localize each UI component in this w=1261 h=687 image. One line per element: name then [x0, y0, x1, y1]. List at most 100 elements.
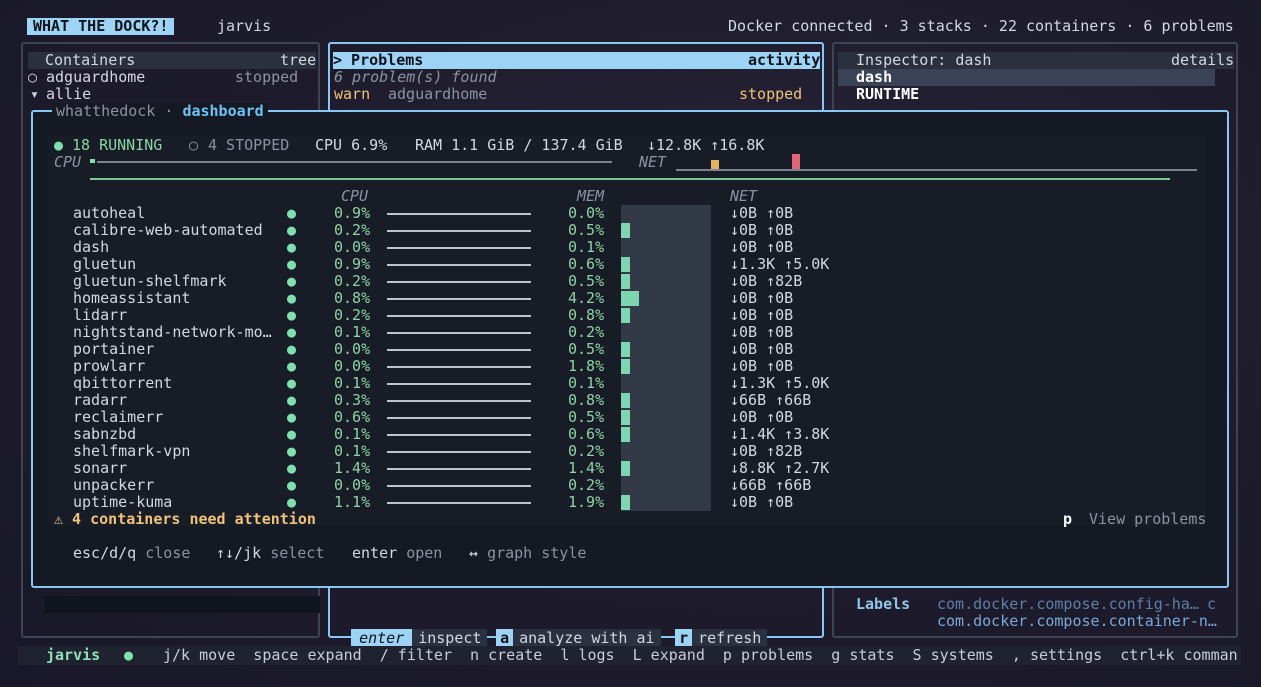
label-value[interactable]: com.docker.compose.container-n…: [937, 613, 1217, 630]
mem-percent: 0.8%: [568, 306, 605, 324]
footer-host: jarvis: [46, 646, 101, 664]
container-name: gluetun: [73, 255, 137, 273]
cpu-history-line: [387, 264, 531, 266]
analyze-action[interactable]: analyze with ai: [513, 629, 661, 647]
container-name: dash: [73, 238, 110, 256]
help-label: open: [406, 544, 443, 562]
cpu-total: CPU 6.9%: [315, 136, 388, 154]
mem-bar: [621, 257, 630, 272]
container-status: stopped: [235, 68, 299, 86]
cpu-percent: 0.0%: [334, 357, 371, 375]
problems-header[interactable]: > Problems activity: [333, 52, 820, 69]
cpu-history-line: [387, 417, 531, 419]
net-io: ↓0B ↑0B: [730, 204, 794, 222]
help-select[interactable]: ↑↓/jk select: [216, 545, 324, 562]
footer-keyhints: j/k move space expand / filter n create …: [163, 646, 1238, 664]
containers-scroll-area: [45, 596, 320, 613]
problems-mode[interactable]: activity: [748, 52, 820, 69]
inspector-selected-row[interactable]: dash: [838, 69, 1215, 86]
help-open[interactable]: enter open: [352, 545, 442, 562]
container-name: prowlarr: [73, 357, 146, 375]
running-dot-icon: ●: [287, 221, 297, 239]
mem-percent: 0.6%: [568, 255, 605, 273]
cpu-history-line: [387, 468, 531, 470]
cpu-percent: 0.1%: [334, 323, 371, 341]
cpu-percent: 0.6%: [334, 408, 371, 426]
running-dot-icon: ●: [287, 255, 297, 273]
dashboard-title-prefix: whatthedock ·: [56, 102, 174, 120]
view-problems-key[interactable]: p: [1063, 511, 1072, 528]
mem-percent: 0.2%: [568, 442, 605, 460]
r-key[interactable]: r: [675, 629, 693, 647]
container-name: unpackerr: [73, 476, 155, 494]
net-spike-in: [711, 160, 719, 169]
mem-bar: [621, 291, 639, 306]
label-overflow: c: [1207, 595, 1217, 613]
net-spark-label: NET: [639, 153, 667, 171]
cpu-percent: 0.2%: [334, 272, 371, 290]
container-name: radarr: [73, 391, 128, 409]
container-name: homeassistant: [73, 289, 191, 307]
help-close[interactable]: esc/d/q close: [73, 545, 190, 562]
problems-summary: 6 problem(s) found: [334, 68, 497, 86]
cpu-spark-label: CPU: [54, 153, 82, 171]
cpu-percent: 0.8%: [334, 289, 371, 307]
container-name: sonarr: [73, 459, 128, 477]
help-label: select: [270, 544, 325, 562]
net-io: ↓0B ↑0B: [730, 221, 794, 239]
refresh-action[interactable]: refresh: [692, 629, 768, 647]
help-key: esc/d/q: [73, 544, 137, 562]
mem-percent: 0.5%: [568, 408, 605, 426]
help-key: ↑↓/jk: [216, 544, 262, 562]
action-bar: enter inspect: [333, 613, 488, 647]
cpu-history-line: [387, 400, 531, 402]
cpu-history-line: [387, 281, 531, 283]
mem-percent: 0.5%: [568, 340, 605, 358]
container-name: shelfmark-vpn: [73, 442, 191, 460]
help-key: enter: [352, 544, 398, 562]
problems-title: > Problems: [333, 51, 424, 69]
cpu-history-line: [387, 247, 531, 249]
cpu-percent: 1.4%: [334, 459, 371, 477]
cpu-percent: 0.9%: [334, 204, 371, 222]
cpu-percent: 0.9%: [334, 255, 371, 273]
net-sparkline: [676, 169, 1197, 171]
running-dot-icon: ●: [287, 425, 297, 443]
mem-bar: [621, 223, 630, 238]
inspect-action[interactable]: inspect: [412, 629, 488, 647]
cpu-history-line: [387, 451, 531, 453]
enter-key[interactable]: enter: [351, 629, 413, 647]
chevron-down-icon: ▾: [30, 85, 40, 103]
help-label: close: [145, 544, 191, 562]
cpu-history-line: [387, 349, 531, 351]
connection-status: Docker connected · 3 stacks · 22 contain…: [728, 17, 1234, 35]
container-name: uptime-kuma: [73, 493, 173, 511]
running-count: 18 RUNNING: [72, 136, 163, 154]
cpu-history-line: [387, 434, 531, 436]
dashboard-title: whatthedock · dashboard: [52, 103, 268, 120]
label-value[interactable]: com.docker.compose.config-ha…: [937, 596, 1199, 613]
view-problems-link[interactable]: View problems: [1089, 511, 1206, 528]
labels-key: Labels: [856, 595, 911, 613]
running-dot-icon: ●: [287, 476, 297, 494]
cpu-percent: 0.1%: [334, 425, 371, 443]
attention-warning[interactable]: ⚠ 4 containers need attention: [54, 511, 316, 528]
help-graph-style[interactable]: ↔ graph style: [469, 545, 586, 562]
stopped-circle-icon: ○: [189, 136, 199, 154]
analyze-action-group: a analyze with ai: [478, 613, 661, 647]
running-dot-icon: ●: [287, 391, 297, 409]
containers-mode[interactable]: tree: [280, 52, 316, 69]
cpu-percent: 1.1%: [334, 493, 371, 511]
connected-dot-icon: ●: [124, 646, 134, 664]
inspector-mode[interactable]: details: [1171, 52, 1234, 69]
mem-percent: 0.1%: [568, 374, 605, 392]
cpu-spark-point: [90, 159, 95, 163]
stopped-circle-icon: ○: [28, 68, 38, 86]
running-dot-icon: ●: [287, 306, 297, 324]
cpu-history-line: [387, 366, 531, 368]
inspector-selected-name: dash: [856, 68, 893, 86]
net-io: ↓8.8K ↑2.7K: [730, 459, 830, 477]
cpu-percent: 0.2%: [334, 221, 371, 239]
a-key[interactable]: a: [496, 629, 514, 647]
mem-bar: [621, 359, 630, 374]
